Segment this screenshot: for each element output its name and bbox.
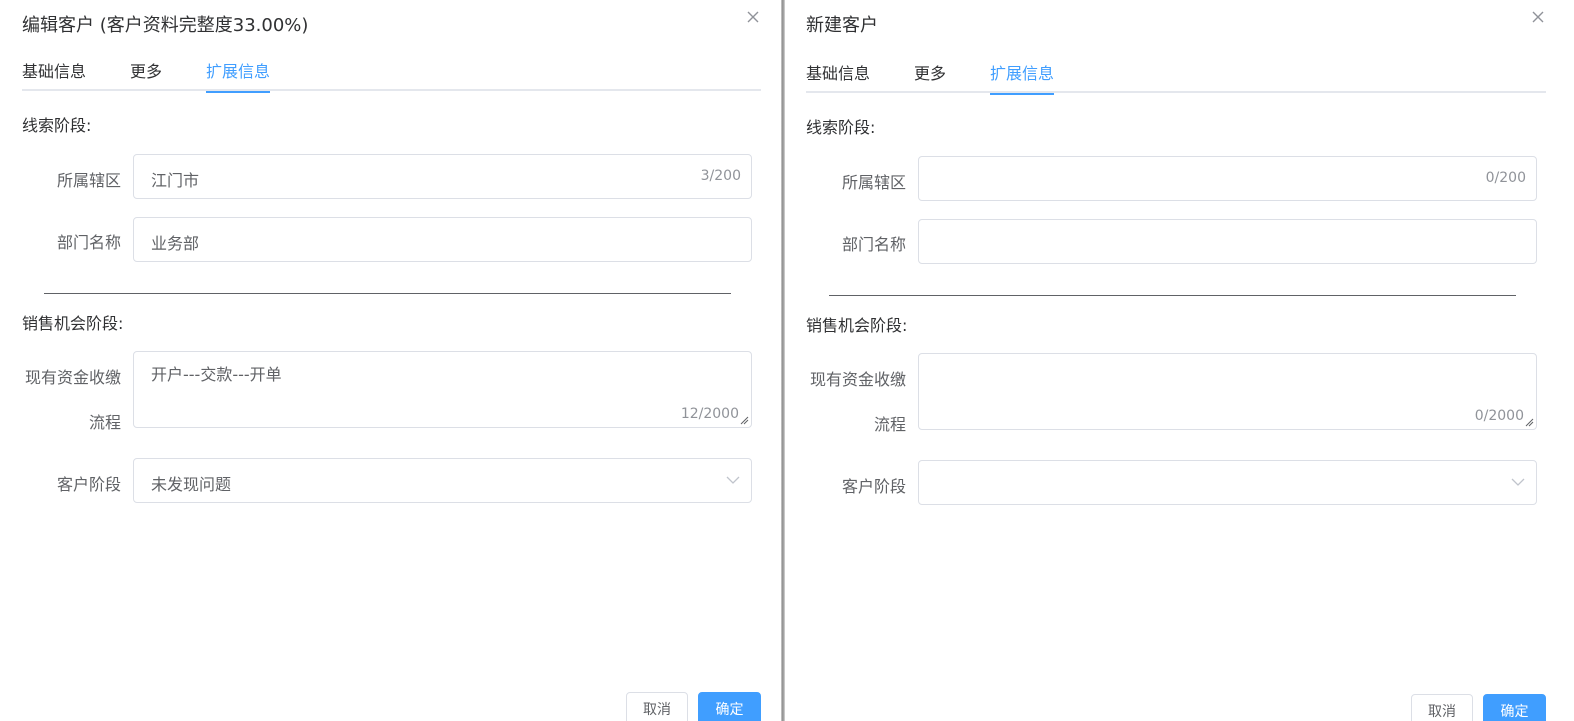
customer-stage-label: 客户阶段 <box>841 477 906 496</box>
tab-basic-info[interactable]: 基础信息 <box>22 61 86 91</box>
department-value: 业务部 <box>151 234 200 253</box>
district-label: 所属辖区 <box>56 171 121 190</box>
dialog-title: 编辑客户 (客户资料完整度33.00%) <box>22 15 309 36</box>
process-char-count: 12/2000 <box>680 406 739 422</box>
tab-more[interactable]: 更多 <box>130 61 162 91</box>
section-divider <box>44 293 731 294</box>
process-char-count: 0/2000 <box>1474 408 1524 424</box>
cancel-button[interactable]: 取消 <box>626 692 688 721</box>
customer-stage-value: 未发现问题 <box>151 475 232 494</box>
resize-handle-icon[interactable] <box>1524 417 1534 427</box>
tab-bar: 基础信息 更多 扩展信息 <box>22 61 761 93</box>
department-input[interactable] <box>918 219 1537 264</box>
department-label: 部门名称 <box>841 235 906 254</box>
tab-more[interactable]: 更多 <box>914 63 946 93</box>
process-textarea[interactable]: 0/2000 <box>918 353 1537 430</box>
dialog-title: 新建客户 <box>806 15 878 36</box>
department-label: 部门名称 <box>56 233 121 252</box>
tab-extended-info[interactable]: 扩展信息 <box>206 61 271 93</box>
district-input[interactable]: 0/200 <box>918 156 1537 201</box>
process-label: 现有资金收缴 <box>24 368 121 387</box>
process-label-line2: 流程 <box>873 415 906 434</box>
lead-stage-title: 线索阶段: <box>806 118 876 137</box>
resize-handle-icon[interactable] <box>739 415 749 425</box>
cancel-button[interactable]: 取消 <box>1411 694 1473 721</box>
tab-bar: 基础信息 更多 扩展信息 <box>806 63 1546 95</box>
tab-basic-info[interactable]: 基础信息 <box>806 63 870 93</box>
process-value: 开户---交款---开单 <box>151 365 282 384</box>
confirm-button[interactable]: 确定 <box>698 692 761 721</box>
process-label: 现有资金收缴 <box>809 370 906 389</box>
customer-stage-label: 客户阶段 <box>56 475 121 494</box>
confirm-button[interactable]: 确定 <box>1483 694 1546 721</box>
chevron-down-icon <box>1511 478 1525 486</box>
lead-stage-title: 线索阶段: <box>22 116 92 135</box>
process-label-line2: 流程 <box>88 413 121 432</box>
sales-stage-title: 销售机会阶段: <box>806 316 908 335</box>
close-icon[interactable] <box>1530 9 1546 25</box>
process-textarea[interactable]: 开户---交款---开单 12/2000 <box>133 351 752 428</box>
district-char-count: 3/200 <box>700 168 741 184</box>
tab-extended-info[interactable]: 扩展信息 <box>990 63 1055 95</box>
chevron-down-icon <box>726 476 740 484</box>
department-input[interactable]: 业务部 <box>133 217 752 262</box>
district-char-count: 0/200 <box>1485 170 1526 186</box>
section-divider <box>829 295 1516 296</box>
new-customer-dialog: 新建客户 基础信息 更多 扩展信息 线索阶段: 所属辖区 0/200 部门名称 … <box>785 0 1574 721</box>
sales-stage-title: 销售机会阶段: <box>22 314 124 333</box>
customer-stage-select[interactable] <box>918 460 1537 505</box>
close-icon[interactable] <box>745 9 761 25</box>
district-label: 所属辖区 <box>841 173 906 192</box>
edit-customer-dialog: 编辑客户 (客户资料完整度33.00%) 基础信息 更多 扩展信息 线索阶段: … <box>0 0 781 721</box>
customer-stage-select[interactable]: 未发现问题 <box>133 458 752 503</box>
district-value: 江门市 <box>151 171 200 190</box>
district-input[interactable]: 江门市 3/200 <box>133 154 752 199</box>
